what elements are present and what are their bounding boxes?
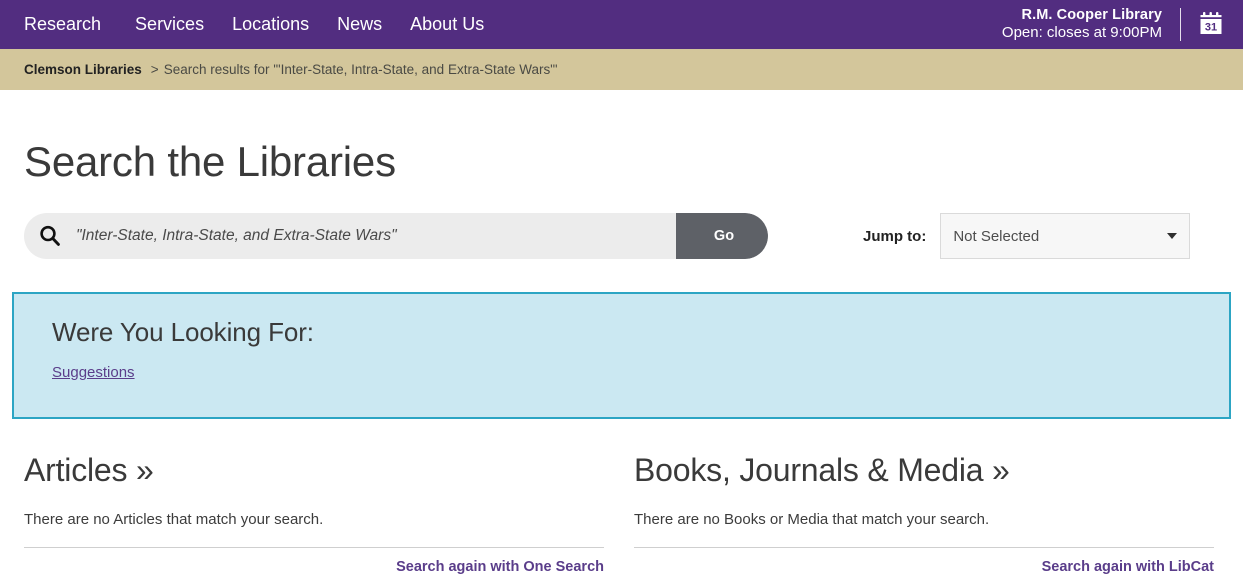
search-input[interactable] [76, 213, 676, 259]
topbar-right-group: R.M. Cooper Library Open: closes at 9:00… [1002, 0, 1243, 49]
nav-item-news[interactable]: News [323, 0, 396, 49]
jump-to-group: Jump to: Not Selected [863, 213, 1191, 259]
articles-heading-link[interactable]: Articles » [24, 452, 604, 489]
breadcrumb-current: Search results for '"Inter-State, Intra-… [163, 62, 558, 77]
suggestions-panel: Were You Looking For: Suggestions [12, 292, 1231, 419]
nav-item-about-us[interactable]: About Us [396, 0, 498, 49]
library-hours: Open: closes at 9:00PM [1001, 24, 1162, 42]
articles-divider [24, 547, 604, 548]
jump-to-select[interactable]: Not Selected [940, 213, 1191, 259]
articles-empty-message: There are no Articles that match your se… [24, 511, 324, 528]
nav-item-research[interactable]: Research [24, 0, 121, 49]
top-navigation-bar: Research Services Locations News About U… [0, 0, 1243, 49]
breadcrumb: Clemson Libraries > Search results for '… [0, 49, 1243, 90]
breadcrumb-separator: > [150, 62, 159, 77]
articles-search-again-link[interactable]: Search again with One Search [24, 559, 604, 575]
calendar-icon: 31 [1200, 12, 1222, 34]
search-submit-icon-button[interactable] [24, 213, 76, 259]
suggestions-link[interactable]: Suggestions [52, 364, 135, 381]
library-status[interactable]: R.M. Cooper Library Open: closes at 9:00… [1002, 7, 1180, 42]
main-nav: Research Services Locations News About U… [0, 0, 498, 49]
results-sections: Articles » There are no Articles that ma… [24, 452, 1219, 575]
books-heading-link[interactable]: Books, Journals & Media » [634, 452, 1214, 489]
suggestions-title: Were You Looking For: [52, 317, 314, 347]
results-section-books: Books, Journals & Media » There are no B… [634, 452, 1214, 575]
jump-to-label: Jump to: [863, 227, 927, 245]
calendar-button[interactable]: 31 [1181, 0, 1243, 49]
library-name: R.M. Cooper Library [1021, 7, 1162, 24]
search-box: Go [24, 213, 768, 259]
results-section-articles: Articles » There are no Articles that ma… [24, 452, 604, 575]
nav-item-locations[interactable]: Locations [218, 0, 323, 49]
books-divider [634, 547, 1214, 548]
search-go-button[interactable]: Go [676, 213, 768, 259]
page-title: Search the Libraries [24, 138, 396, 185]
chevron-down-icon [1167, 233, 1178, 239]
topbar-divider [1180, 8, 1181, 41]
search-icon [40, 225, 60, 246]
nav-item-services[interactable]: Services [121, 0, 218, 49]
books-empty-message: There are no Books or Media that match y… [634, 511, 990, 528]
breadcrumb-home-link[interactable]: Clemson Libraries [24, 62, 142, 77]
calendar-day-number: 31 [1205, 21, 1217, 33]
jump-to-selected-value: Not Selected [953, 227, 1040, 245]
books-search-again-link[interactable]: Search again with LibCat [634, 559, 1214, 575]
search-row: Go Jump to: Not Selected [24, 213, 1219, 259]
main-content: Search the Libraries Go Jump to: Not Sel… [0, 90, 1243, 575]
